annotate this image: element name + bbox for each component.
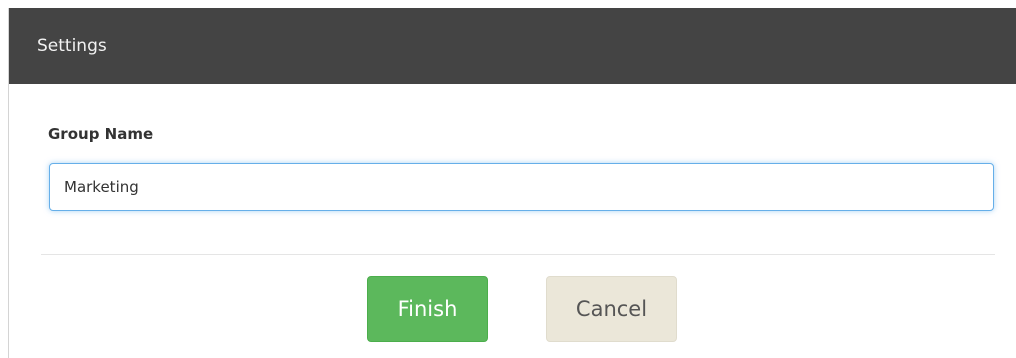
group-name-input[interactable] <box>49 163 994 211</box>
settings-dialog: Settings Group Name Finish Cancel <box>8 8 1016 358</box>
group-name-label: Group Name <box>48 125 154 143</box>
dialog-header: Settings <box>9 8 1016 84</box>
finish-button[interactable]: Finish <box>367 276 488 342</box>
dialog-title: Settings <box>37 36 107 56</box>
footer-divider <box>41 254 995 255</box>
cancel-button[interactable]: Cancel <box>546 276 677 342</box>
